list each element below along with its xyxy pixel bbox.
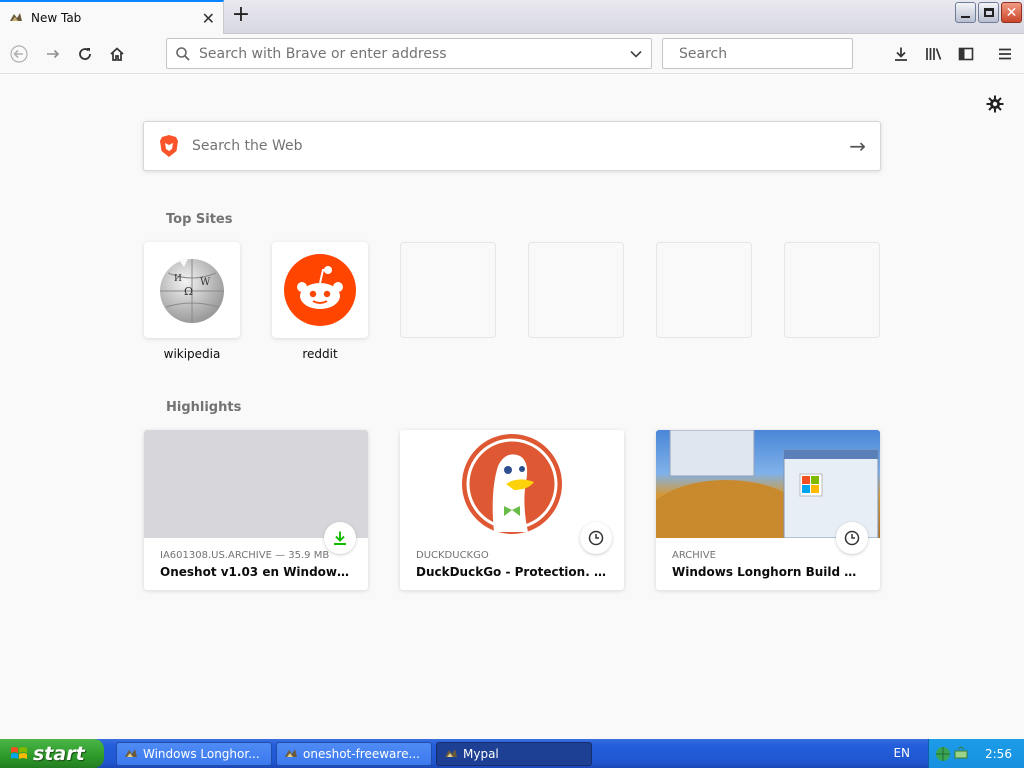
downloads-icon[interactable]: [890, 43, 912, 65]
highlight-title: DuckDuckGo - Protection. Priva...: [416, 565, 608, 579]
forward-arrow-icon[interactable]: [42, 43, 64, 65]
clock-icon: [836, 522, 868, 554]
close-window-button[interactable]: ✕: [1001, 2, 1022, 23]
reload-icon[interactable]: [74, 43, 96, 65]
windows-flag-icon: [11, 746, 27, 759]
new-tab-plus-icon[interactable]: +: [228, 4, 254, 28]
top-site-reddit[interactable]: reddit: [272, 242, 368, 361]
highlights-grid: IA601308.US.ARCHIVE — 35.9 MB Oneshot v1…: [144, 430, 880, 590]
search-bar[interactable]: [662, 38, 853, 69]
top-sites-heading: Top Sites: [166, 212, 233, 227]
reddit-alien-icon: [284, 254, 356, 326]
address-bar[interactable]: [166, 38, 652, 69]
taskbar-item-label: Windows Longhor...: [143, 747, 260, 761]
start-button[interactable]: start: [0, 739, 104, 768]
start-label: start: [33, 742, 85, 765]
mypal-app-icon: [125, 749, 137, 757]
svg-text:И: И: [174, 274, 182, 284]
top-site-wikipedia[interactable]: Ω W И wikipedia: [144, 242, 240, 361]
taskbar-item-label: oneshot-freeware...: [303, 747, 420, 761]
taskbar-item[interactable]: oneshot-freeware...: [276, 742, 432, 766]
minimize-button[interactable]: [955, 2, 976, 23]
wikipedia-globe-icon: Ω W И: [160, 259, 224, 323]
highlight-title: Oneshot v1.03 en Windows.zip: [160, 565, 352, 579]
highlight-title: Windows Longhorn Build 3683 (...: [672, 565, 864, 579]
taskbar-item-active[interactable]: Mypal: [436, 742, 592, 766]
hamburger-menu-icon[interactable]: [994, 43, 1016, 65]
window-controls: ✕: [955, 2, 1022, 23]
home-icon[interactable]: [106, 43, 128, 65]
web-search-box[interactable]: →: [143, 121, 881, 171]
highlight-card[interactable]: ARCHIVE Windows Longhorn Build 3683 (...: [656, 430, 880, 590]
address-input[interactable]: [199, 45, 629, 62]
gear-icon[interactable]: [986, 95, 1004, 113]
top-site-tile[interactable]: [272, 242, 368, 338]
tab-title: New Tab: [31, 11, 82, 25]
mypal-favicon-icon: [10, 13, 22, 21]
chevron-down-icon[interactable]: [629, 47, 643, 61]
top-sites-grid: Ω W И wikipedia reddit: [144, 242, 880, 361]
search-input[interactable]: [679, 45, 853, 62]
highlight-source: ARCHIVE: [672, 550, 716, 561]
taskbar-item[interactable]: Windows Longhor...: [116, 742, 272, 766]
web-search-input[interactable]: [192, 138, 850, 154]
system-tray: 2:56: [928, 739, 1024, 768]
search-icon: [176, 46, 190, 61]
arrow-right-icon[interactable]: →: [849, 134, 866, 158]
svg-text:W: W: [200, 277, 211, 288]
empty-tile: [784, 242, 880, 338]
highlight-card[interactable]: IA601308.US.ARCHIVE — 35.9 MB Oneshot v1…: [144, 430, 368, 590]
empty-tile: [528, 242, 624, 338]
safely-remove-hardware-icon[interactable]: [953, 745, 969, 762]
language-indicator[interactable]: EN: [893, 746, 910, 760]
tab-new-tab[interactable]: New Tab ✕: [0, 0, 224, 34]
tab-strip: New Tab ✕ + ✕: [0, 0, 1024, 34]
brave-lion-icon: [160, 135, 178, 157]
clock-icon: [580, 522, 612, 554]
network-icon[interactable]: [935, 746, 951, 762]
clock[interactable]: 2:56: [985, 747, 1012, 761]
top-site-empty: [400, 242, 496, 361]
svg-text:Ω: Ω: [184, 285, 193, 298]
nav-toolbar: [0, 34, 1024, 74]
highlights-heading: Highlights: [166, 400, 242, 415]
top-site-label: wikipedia: [163, 347, 221, 361]
empty-tile: [656, 242, 752, 338]
taskbar: start Windows Longhor... oneshot-freewar…: [0, 739, 1024, 768]
restore-button[interactable]: [978, 2, 999, 23]
top-site-label: reddit: [302, 347, 338, 361]
mypal-app-icon: [285, 749, 297, 757]
mypal-app-icon: [445, 749, 457, 757]
highlight-card[interactable]: DUCKDUCKGO DuckDuckGo - Protection. Priv…: [400, 430, 624, 590]
library-icon[interactable]: [923, 43, 945, 65]
close-tab-icon[interactable]: ✕: [202, 9, 215, 28]
highlight-source: DUCKDUCKGO: [416, 550, 489, 561]
highlight-source: IA601308.US.ARCHIVE — 35.9 MB: [160, 550, 330, 561]
top-site-empty: [528, 242, 624, 361]
taskbar-item-label: Mypal: [463, 747, 499, 761]
top-site-tile[interactable]: Ω W И: [144, 242, 240, 338]
download-icon: [324, 522, 356, 554]
back-arrow-icon[interactable]: [8, 43, 30, 65]
empty-tile: [400, 242, 496, 338]
top-site-empty: [784, 242, 880, 361]
sidebar-icon[interactable]: [955, 43, 977, 65]
duckduckgo-logo-icon: [462, 434, 562, 534]
top-site-empty: [656, 242, 752, 361]
new-tab-page: → Top Sites Ω W И wikipedia: [0, 75, 1024, 739]
